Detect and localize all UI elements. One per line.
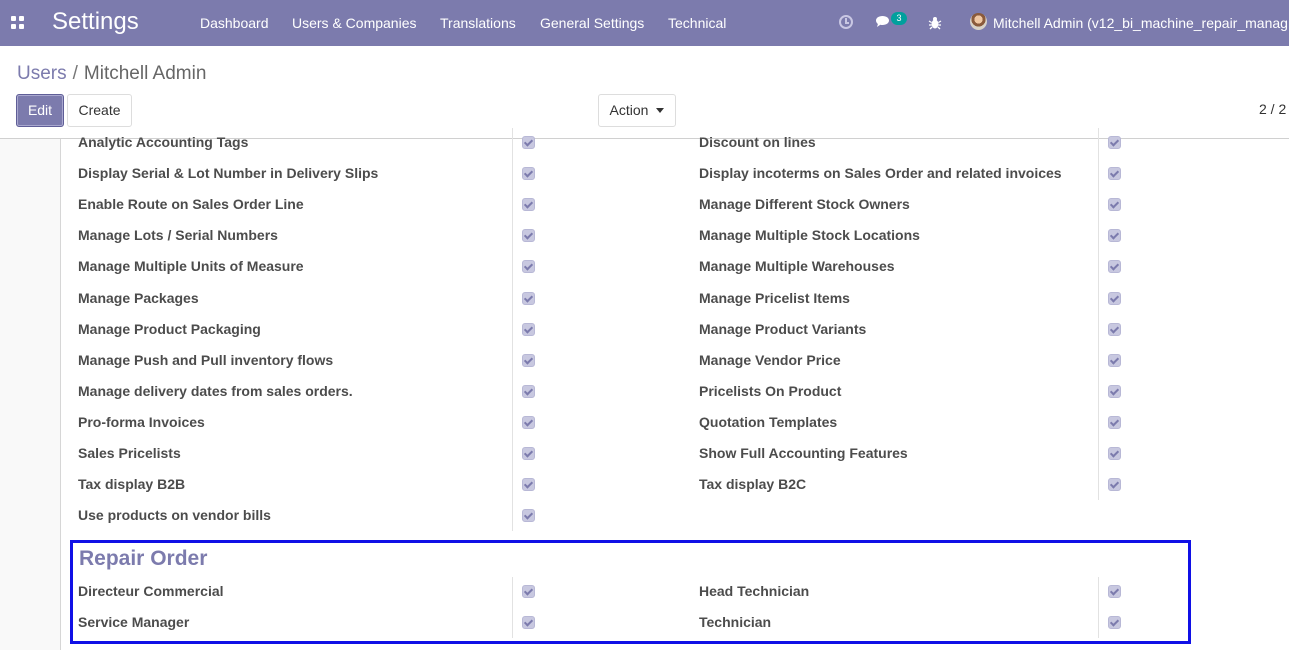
access-right-right-label: Tax display B2C — [699, 476, 807, 493]
repair-right-left-checkbox[interactable] — [522, 616, 535, 629]
access-right-right-checkbox[interactable] — [1108, 136, 1121, 149]
access-right-left-checkbox[interactable] — [522, 198, 535, 212]
menu-technical[interactable]: Technical — [668, 14, 726, 32]
access-right-right-label: Manage Product Variants — [699, 320, 867, 337]
repair-right-right-label: Technician — [699, 614, 772, 630]
access-right-right-checkbox[interactable] — [1108, 167, 1121, 181]
access-right-left-label: Manage Push and Pull inventory flows — [78, 351, 334, 368]
repair-right-left-label: Directeur Commercial — [78, 583, 224, 599]
repair-right-left-column-divider — [512, 577, 513, 638]
access-right-right-checkbox[interactable] — [1108, 229, 1121, 243]
access-right-left-checkbox[interactable] — [522, 291, 535, 305]
action-dropdown[interactable]: Action — [598, 94, 676, 127]
create-button[interactable]: Create — [67, 94, 132, 127]
chat-icon[interactable] — [875, 15, 891, 27]
access-right-left-label: Analytic Accounting Tags — [78, 134, 249, 150]
breadcrumb-separator: / — [72, 63, 78, 84]
access-right-right-checkbox[interactable] — [1108, 291, 1121, 305]
debug-bug-icon[interactable] — [928, 15, 942, 30]
access-right-right-column-divider — [1098, 128, 1099, 501]
activity-clock-icon[interactable] — [839, 15, 853, 29]
repair-right-right-column-divider — [1098, 577, 1099, 638]
access-right-right-checkbox[interactable] — [1108, 447, 1121, 460]
top-navbar: Settings Dashboard Users & Companies Tra… — [0, 0, 1289, 46]
user-menu[interactable]: Mitchell Admin (v12_bi_machine_repair_ma… — [993, 14, 1288, 32]
access-right-left-label: Tax display B2B — [78, 476, 186, 493]
access-right-right-label: Manage Vendor Price — [699, 351, 841, 368]
access-right-right-label: Manage Multiple Stock Locations — [699, 227, 920, 244]
access-right-right-checkbox[interactable] — [1108, 384, 1121, 398]
repair-right-left-label: Service Manager — [78, 614, 190, 630]
repair-order-section-title: Repair Order — [79, 547, 208, 570]
breadcrumb-users-link[interactable]: Users — [17, 63, 67, 84]
access-right-right-label: Show Full Accounting Features — [699, 445, 908, 461]
access-right-left-label: Manage delivery dates from sales orders. — [78, 382, 353, 399]
access-right-right-checkbox[interactable] — [1108, 478, 1121, 492]
apps-grid-icon[interactable] — [11, 16, 24, 29]
menu-dashboard[interactable]: Dashboard — [200, 14, 269, 32]
access-right-left-checkbox[interactable] — [522, 322, 535, 336]
access-right-right-checkbox[interactable] — [1108, 260, 1121, 274]
chat-count-badge: 3 — [891, 12, 907, 25]
access-right-right-label: Pricelists On Product — [699, 382, 842, 399]
access-right-left-checkbox[interactable] — [522, 136, 535, 149]
access-right-left-checkbox[interactable] — [522, 447, 535, 460]
access-right-right-label: Display incoterms on Sales Order and rel… — [699, 165, 1062, 182]
access-right-left-label: Pro-forma Invoices — [78, 413, 205, 430]
menu-general-settings[interactable]: General Settings — [540, 14, 644, 32]
repair-right-right-checkbox[interactable] — [1108, 616, 1121, 629]
access-right-left-label: Use products on vendor bills — [78, 507, 271, 524]
access-right-right-label: Manage Pricelist Items — [699, 289, 850, 306]
access-right-right-label: Quotation Templates — [699, 413, 838, 430]
breadcrumb-current: Mitchell Admin — [83, 63, 207, 84]
pager-counter: 2 / 2 — [1259, 101, 1287, 117]
repair-right-left-checkbox[interactable] — [522, 585, 535, 598]
control-panel: Users / Mitchell Admin Edit Create Action … — [0, 46, 1289, 139]
edit-button[interactable]: Edit — [16, 94, 64, 127]
access-right-left-label: Display Serial & Lot Number in Delivery … — [78, 165, 379, 182]
access-right-right-label: Manage Multiple Warehouses — [699, 258, 895, 275]
access-right-left-checkbox[interactable] — [522, 384, 535, 398]
access-right-right-label: Manage Different Stock Owners — [699, 196, 910, 213]
access-right-right-checkbox[interactable] — [1108, 415, 1121, 429]
action-label: Action — [609, 102, 649, 118]
access-right-left-checkbox[interactable] — [522, 415, 535, 429]
access-right-left-label: Manage Packages — [78, 289, 199, 306]
menu-translations[interactable]: Translations — [440, 14, 516, 32]
access-right-left-label: Sales Pricelists — [78, 445, 181, 461]
access-right-left-column-divider — [512, 128, 513, 532]
breadcrumb: Users / Mitchell Admin — [17, 62, 206, 86]
access-right-left-checkbox[interactable] — [522, 353, 535, 367]
access-right-left-checkbox[interactable] — [522, 229, 535, 243]
caret-down-icon — [656, 107, 665, 113]
access-right-left-checkbox[interactable] — [522, 478, 535, 492]
app-title: Settings — [52, 8, 139, 35]
access-right-left-checkbox[interactable] — [522, 260, 535, 274]
access-right-left-label: Manage Multiple Units of Measure — [78, 258, 304, 275]
access-right-left-label: Manage Lots / Serial Numbers — [78, 227, 278, 244]
access-right-left-checkbox[interactable] — [522, 167, 535, 181]
access-right-right-checkbox[interactable] — [1108, 322, 1121, 336]
repair-right-right-label: Head Technician — [699, 583, 810, 599]
user-avatar[interactable] — [970, 13, 987, 30]
access-right-left-label: Enable Route on Sales Order Line — [78, 196, 304, 213]
repair-right-right-checkbox[interactable] — [1108, 585, 1121, 598]
access-right-right-label: Discount on lines — [699, 134, 816, 150]
sheet-background — [0, 139, 60, 650]
access-right-left-label: Manage Product Packaging — [78, 320, 261, 337]
access-right-left-checkbox[interactable] — [522, 509, 535, 523]
access-right-right-checkbox[interactable] — [1108, 353, 1121, 367]
access-right-right-checkbox[interactable] — [1108, 198, 1121, 212]
menu-users-companies[interactable]: Users & Companies — [292, 14, 417, 32]
